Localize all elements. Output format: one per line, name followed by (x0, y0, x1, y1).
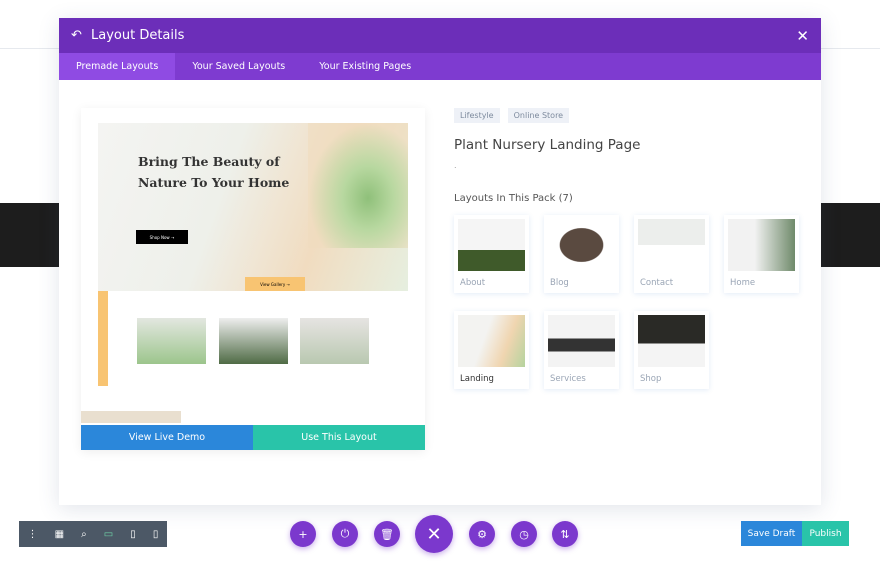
preview-footer-image (81, 411, 181, 423)
layout-card-blog[interactable]: Blog (544, 215, 619, 293)
undo-arrow-icon[interactable]: ↶ (71, 28, 91, 43)
layout-card-contact[interactable]: Contact (634, 215, 709, 293)
layout-card-landing[interactable]: Landing (454, 311, 529, 389)
plant-thumbnail (219, 318, 288, 364)
plant-image (308, 123, 408, 248)
preview-shop-button: Shop Now → (136, 230, 188, 244)
layout-info: Lifestyle Online Store Plant Nursery Lan… (454, 108, 814, 389)
tab-bar: Premade Layouts Your Saved Layouts Your … (59, 53, 821, 80)
tab-existing-pages[interactable]: Your Existing Pages (302, 53, 428, 80)
publish-button[interactable]: Publish (802, 521, 849, 546)
layout-description: . (454, 161, 457, 170)
layout-thumbnail (638, 315, 705, 367)
layout-details-modal: ↶ Layout Details ✕ Premade Layouts Your … (59, 18, 821, 505)
layout-preview: Bring The Beauty of Nature To Your Home … (81, 108, 425, 450)
layout-card-label: Blog (550, 278, 569, 288)
layout-title: Plant Nursery Landing Page (454, 137, 641, 153)
modal-title: Layout Details (91, 28, 185, 43)
tag-online-store[interactable]: Online Store (507, 108, 570, 123)
layout-card-label: Shop (640, 374, 662, 384)
layout-card-label: Home (730, 278, 756, 288)
view-live-demo-button[interactable]: View Live Demo (81, 425, 253, 450)
background-section (821, 203, 880, 267)
view-toolbar: ⋮ ▦ ⌕ ▭ ▯ ▯ (19, 521, 167, 547)
history-icon[interactable]: ◷ (511, 521, 537, 547)
tab-saved-layouts[interactable]: Your Saved Layouts (175, 53, 302, 80)
layout-card-label: Services (550, 374, 586, 384)
pack-heading: Layouts In This Pack (7) (454, 193, 573, 204)
layout-thumbnail (458, 219, 525, 271)
close-icon[interactable]: ✕ (796, 27, 809, 45)
layout-thumbnail (548, 219, 615, 271)
tag-lifestyle[interactable]: Lifestyle (454, 108, 500, 123)
save-draft-button[interactable]: Save Draft (741, 521, 802, 546)
tablet-icon[interactable]: ▯ (130, 529, 136, 540)
background-section (0, 203, 59, 267)
layout-card-about[interactable]: About (454, 215, 529, 293)
plant-thumbnail (137, 318, 206, 364)
accent-bar (98, 291, 108, 386)
layout-thumbnail (458, 315, 525, 367)
layout-card-shop[interactable]: Shop (634, 311, 709, 389)
preview-hero: Bring The Beauty of Nature To Your Home … (98, 123, 408, 291)
preview-gallery-button: View Gallery → (245, 277, 305, 291)
layout-card-label: Landing (460, 374, 494, 384)
phone-icon[interactable]: ▯ (153, 529, 159, 540)
plant-thumbnail (300, 318, 369, 364)
layout-thumbnail (638, 219, 705, 271)
power-icon[interactable]: ⏻ (332, 521, 358, 547)
zoom-icon[interactable]: ⌕ (81, 529, 87, 540)
layout-card-label: Contact (640, 278, 674, 288)
layout-thumbnail (728, 219, 795, 271)
layout-thumbnail (548, 315, 615, 367)
layout-card-label: About (460, 278, 486, 288)
desktop-icon[interactable]: ▭ (104, 529, 113, 540)
plus-icon[interactable]: + (290, 521, 316, 547)
more-options-icon[interactable]: ⋮ (28, 529, 38, 540)
wireframe-icon[interactable]: ▦ (55, 529, 64, 540)
modal-header: ↶ Layout Details ✕ (59, 18, 821, 53)
trash-icon[interactable]: 🗑 (374, 521, 400, 547)
tab-premade-layouts[interactable]: Premade Layouts (59, 53, 176, 80)
layout-card-services[interactable]: Services (544, 311, 619, 389)
gear-icon[interactable]: ⚙ (469, 521, 495, 547)
use-this-layout-button[interactable]: Use This Layout (253, 425, 425, 450)
layout-card-home[interactable]: Home (724, 215, 799, 293)
sort-icon[interactable]: ⇅ (552, 521, 578, 547)
close-icon[interactable]: ✕ (415, 515, 453, 553)
preview-headline: Bring The Beauty of Nature To Your Home (138, 154, 290, 190)
